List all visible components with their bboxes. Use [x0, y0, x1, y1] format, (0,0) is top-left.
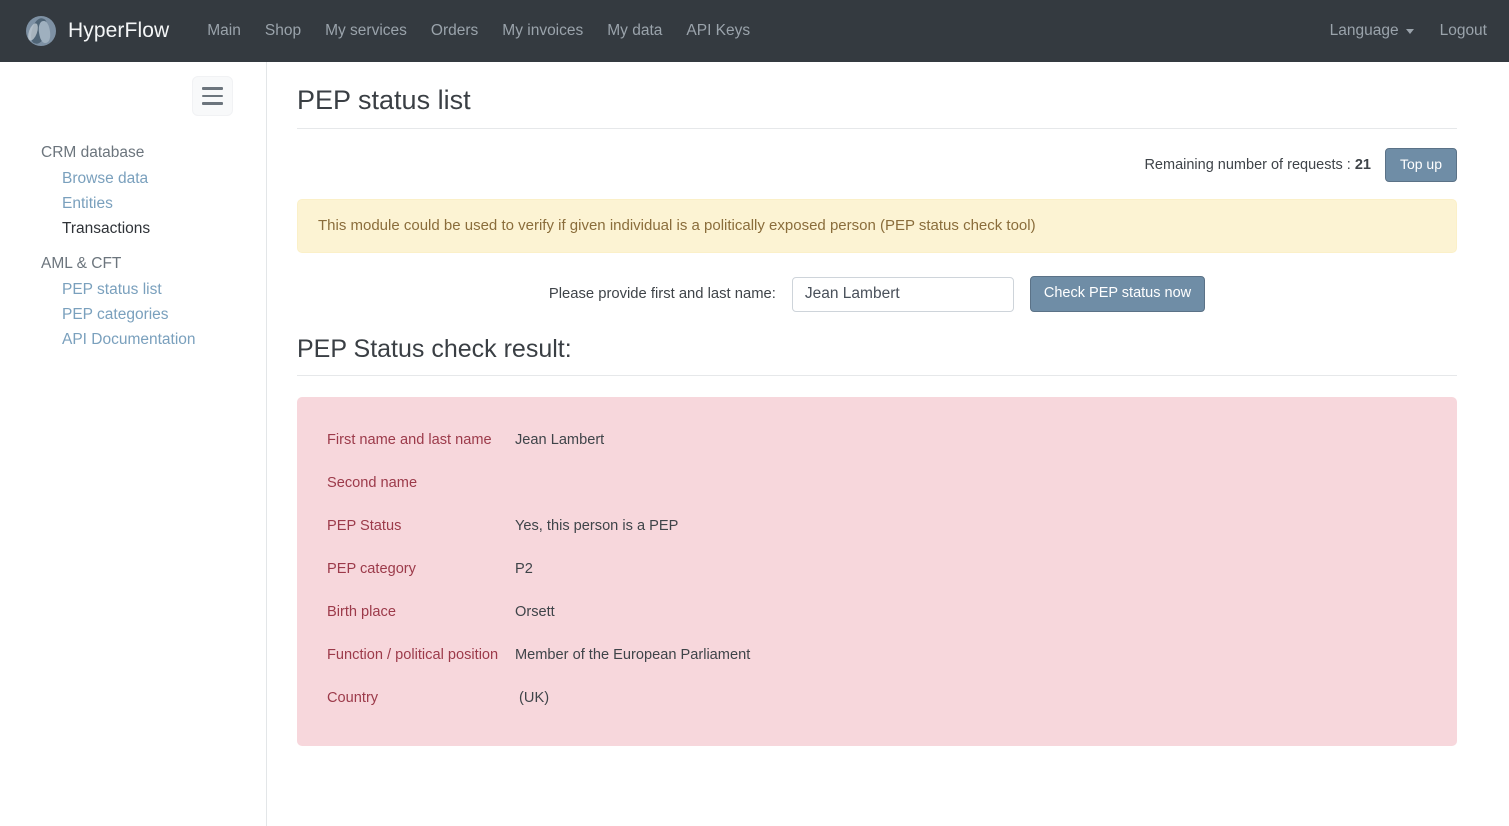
result-label: PEP Status	[327, 518, 402, 534]
navbar-right: Language Logout	[1330, 22, 1487, 40]
result-label: Country	[327, 690, 379, 706]
page-title: PEP status list	[297, 84, 1457, 129]
chevron-down-icon	[1405, 28, 1414, 34]
quota-row: Remaining number of requests : 21 Top up	[297, 148, 1457, 182]
nav-link-my-services[interactable]: My services	[325, 22, 407, 39]
table-row: PEP category P2	[297, 548, 1457, 591]
nav-item-main[interactable]: Main	[207, 22, 241, 40]
logout-link[interactable]: Logout	[1440, 22, 1487, 40]
nav-item-api-keys[interactable]: API Keys	[686, 22, 750, 40]
info-alert: This module could be used to verify if g…	[297, 199, 1457, 253]
result-value: Orsett	[515, 604, 555, 620]
table-row: First name and last name Jean Lambert	[297, 419, 1457, 462]
result-label: Function / political position	[327, 647, 499, 663]
brand-link[interactable]: HyperFlow	[26, 16, 169, 46]
sidebar-group-crm-items: Browse data Entities Transactions	[0, 166, 266, 251]
nav-link-main[interactable]: Main	[207, 22, 241, 39]
nav-link-orders[interactable]: Orders	[431, 22, 478, 39]
result-label: First name and last name	[327, 432, 492, 448]
language-dropdown[interactable]: Language	[1330, 22, 1414, 40]
pep-result-panel: First name and last name Jean Lambert Se…	[297, 397, 1457, 746]
sidebar-item-pep-status-list[interactable]: PEP status list	[0, 277, 266, 302]
nav-link-my-data[interactable]: My data	[607, 22, 662, 39]
nav-item-orders[interactable]: Orders	[431, 22, 478, 40]
language-label: Language	[1329, 22, 1399, 39]
name-input-label: Please provide first and last name:	[548, 286, 776, 302]
sidebar: CRM database Browse data Entities Transa…	[0, 62, 267, 826]
check-pep-status-button[interactable]: Check PEP status now	[1029, 276, 1206, 312]
page-layout: CRM database Browse data Entities Transa…	[0, 62, 1509, 826]
brand-name: HyperFlow	[68, 19, 170, 42]
top-up-button[interactable]: Top up	[1384, 148, 1457, 182]
sidebar-toggle-wrap	[0, 76, 266, 116]
sidebar-nav: CRM database Browse data Entities Transa…	[0, 140, 266, 362]
result-value: Yes, this person is a PEP	[515, 518, 679, 534]
pep-check-form: Please provide first and last name: Chec…	[297, 276, 1457, 312]
sidebar-group-aml-cft: AML & CFT	[41, 255, 122, 272]
result-value: (UK)	[515, 690, 550, 706]
result-title: PEP Status check result:	[297, 334, 1457, 376]
table-row: Function / political position Member of …	[297, 634, 1457, 677]
top-navbar: HyperFlow Main Shop My services Orders M…	[0, 0, 1509, 62]
nav-link-my-invoices[interactable]: My invoices	[502, 22, 583, 39]
sidebar-item-entities[interactable]: Entities	[0, 191, 266, 216]
nav-link-shop[interactable]: Shop	[265, 22, 301, 39]
sidebar-item-transactions[interactable]: Transactions	[0, 216, 266, 241]
result-value: P2	[515, 561, 533, 577]
table-row: Second name	[297, 462, 1457, 505]
nav-link-api-keys[interactable]: API Keys	[686, 22, 750, 39]
sidebar-group-aml-items: PEP status list PEP categories API Docum…	[0, 277, 266, 362]
remaining-requests-label: Remaining number of requests :	[1144, 157, 1355, 173]
sidebar-group-crm-database: CRM database	[41, 144, 145, 161]
hamburger-icon[interactable]	[192, 76, 233, 116]
table-row: Birth place Orsett	[297, 591, 1457, 634]
table-row: Country (UK)	[297, 677, 1457, 720]
result-label: Second name	[327, 475, 418, 491]
nav-item-my-services[interactable]: My services	[325, 22, 407, 40]
sidebar-item-browse-data[interactable]: Browse data	[0, 166, 266, 191]
sidebar-item-pep-categories[interactable]: PEP categories	[0, 302, 266, 327]
nav-item-my-invoices[interactable]: My invoices	[502, 22, 583, 40]
result-value: Jean Lambert	[515, 432, 605, 448]
flow-logo-icon	[26, 16, 56, 46]
main-content: PEP status list Remaining number of requ…	[267, 62, 1509, 826]
sidebar-item-api-documentation[interactable]: API Documentation	[0, 327, 266, 352]
name-input[interactable]	[791, 276, 1014, 312]
result-label: Birth place	[327, 604, 396, 620]
table-row: PEP Status Yes, this person is a PEP	[297, 505, 1457, 548]
remaining-requests-value: 21	[1354, 157, 1371, 173]
result-value: Member of the European Parliament	[515, 647, 751, 663]
remaining-requests: Remaining number of requests : 21	[1144, 157, 1371, 173]
primary-nav: Main Shop My services Orders My invoices…	[207, 22, 750, 40]
result-label: PEP category	[327, 561, 416, 577]
nav-item-shop[interactable]: Shop	[265, 22, 301, 40]
nav-item-my-data[interactable]: My data	[607, 22, 662, 40]
